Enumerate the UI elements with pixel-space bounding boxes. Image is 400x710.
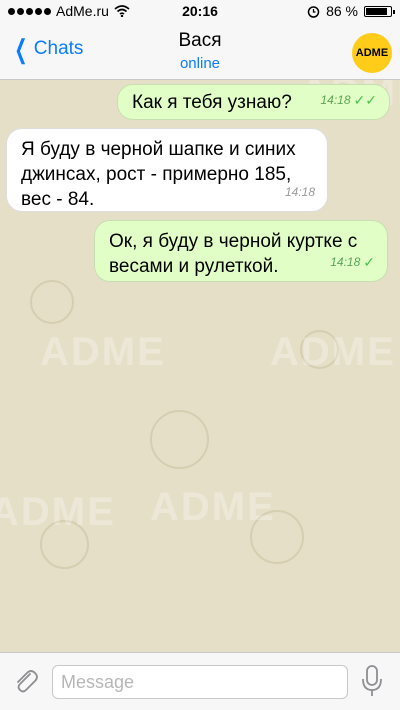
message-time: 14:18: [320, 93, 351, 107]
chat-area[interactable]: ADME ADME ADME ADME ADME Как я тебя узна…: [0, 80, 400, 652]
message-bubble-outgoing[interactable]: Ок, я буду в черной куртке с весами и ру…: [94, 220, 388, 282]
background-doodle: [150, 410, 209, 469]
message-time: 14:18: [330, 255, 361, 269]
contact-status: online: [179, 55, 221, 72]
alarm-icon: [307, 5, 320, 18]
paperclip-icon[interactable]: [10, 665, 40, 695]
telegram-chat-screen: AdMe.ru 20:16 86 % ❮ Chats Вася online A…: [0, 0, 400, 710]
check-icon: ✓: [363, 254, 375, 270]
message-input[interactable]: [52, 665, 348, 699]
input-bar: [0, 652, 400, 710]
message-text: Я буду в черной шапке и синих джинсах, р…: [21, 139, 296, 210]
message-meta: 14:18: [285, 180, 315, 205]
background-doodle: [30, 280, 74, 324]
status-right: 86 %: [307, 3, 395, 19]
avatar[interactable]: ADME: [352, 33, 392, 73]
message-meta: 14:18 ✓: [330, 250, 375, 275]
message-meta: 14:18 ✓✓: [321, 88, 378, 113]
battery-percent: 86 %: [326, 3, 358, 19]
message-text: Как я тебя узнаю?: [132, 92, 292, 113]
microphone-icon[interactable]: [360, 664, 384, 698]
status-bar: AdMe.ru 20:16 86 %: [0, 0, 400, 24]
message-bubble-outgoing[interactable]: Как я тебя узнаю? 14:18 ✓✓: [117, 84, 390, 120]
message-text: Ок, я буду в черной куртке с весами и ру…: [109, 231, 358, 277]
message-time: 14:18: [284, 185, 315, 199]
double-check-icon: ✓✓: [353, 92, 377, 108]
battery-icon: [364, 5, 395, 17]
battery-fill: [366, 7, 387, 15]
watermark: ADME: [270, 330, 396, 374]
watermark: ADME: [40, 330, 166, 374]
message-bubble-incoming[interactable]: Я буду в черной шапке и синих джинсах, р…: [6, 128, 328, 212]
watermark: ADME: [0, 490, 116, 534]
navigation-bar: ❮ Chats Вася online ADME: [0, 24, 400, 80]
watermark: ADME: [150, 485, 276, 529]
contact-name: Вася: [178, 30, 222, 51]
chat-title[interactable]: Вася online: [0, 30, 400, 72]
